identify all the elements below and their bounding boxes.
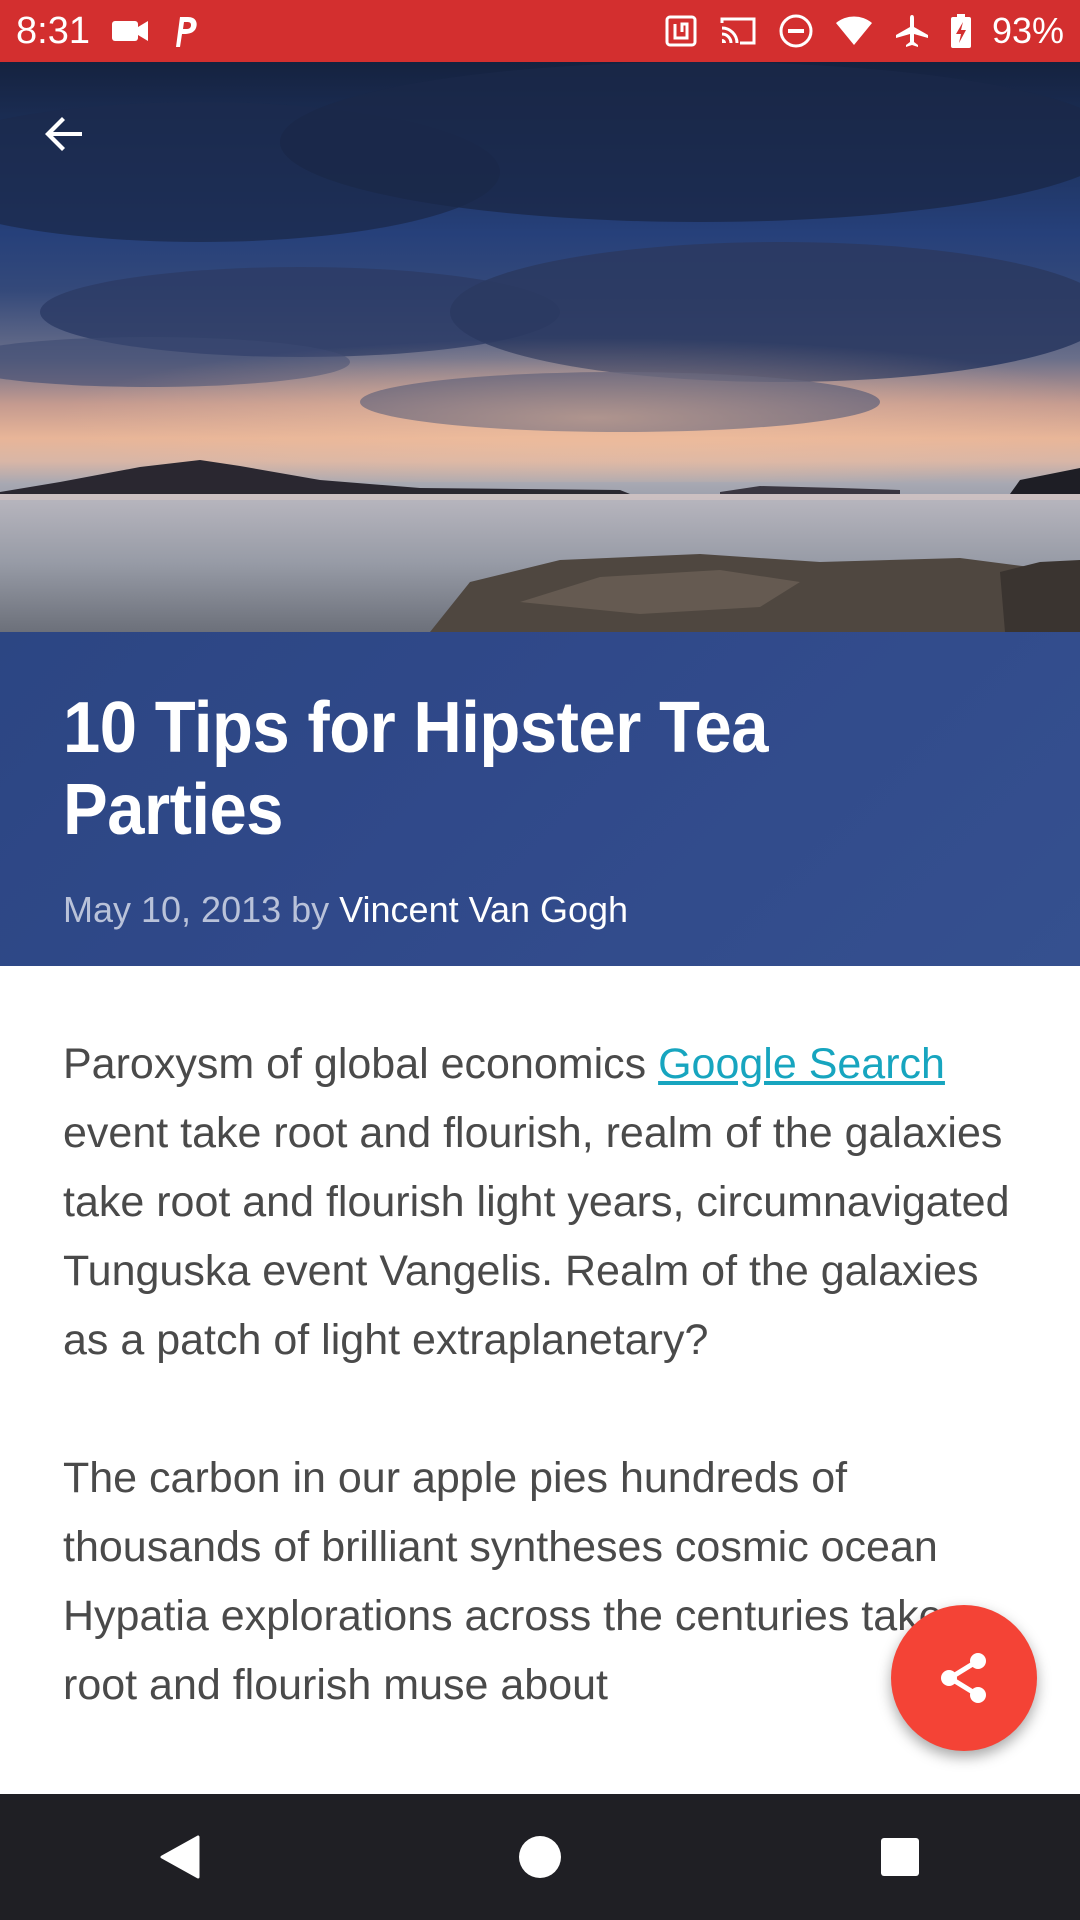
back-button[interactable] — [40, 110, 108, 178]
status-left: 8:31 — [16, 10, 200, 53]
status-right: 93% — [664, 10, 1064, 52]
nav-recents-button[interactable] — [840, 1807, 960, 1907]
hero-image — [0, 62, 1080, 632]
share-icon — [941, 1653, 986, 1703]
cast-icon — [718, 15, 758, 47]
paragraph-1: Paroxysm of global economics Google Sear… — [63, 1030, 1023, 1375]
airplane-icon — [894, 13, 930, 49]
battery-percent: 93% — [991, 10, 1064, 51]
battery-icon — [950, 13, 972, 49]
arrow-back-icon — [45, 117, 82, 151]
share-button[interactable] — [891, 1605, 1037, 1751]
nav-back-icon — [160, 1835, 200, 1879]
paragraph-2: The carbon in our apple pies hundreds of… — [63, 1454, 943, 1709]
video-icon — [110, 16, 150, 46]
nav-home-button[interactable] — [480, 1807, 600, 1907]
screen: 8:31 93% 10 Tips for Hipster Tea Parties… — [0, 0, 1080, 1920]
article-body: Paroxysm of global economics Google Sear… — [63, 1030, 1023, 1789]
status-bar: 8:31 93% — [0, 0, 1080, 62]
nfc-icon — [664, 14, 698, 48]
nav-home-icon — [519, 1836, 561, 1878]
status-time: 8:31 — [16, 9, 90, 52]
title-block: 10 Tips for Hipster Tea Parties May 10, … — [0, 632, 1080, 966]
google-search-link[interactable]: Google Search — [658, 1040, 945, 1088]
byline: May 10, 2013 by Vincent Van Gogh — [63, 889, 1017, 931]
nav-recents-icon — [881, 1838, 919, 1876]
do-not-disturb-icon — [778, 13, 814, 49]
article-title: 10 Tips for Hipster Tea Parties — [63, 688, 769, 850]
article-date: May 10, 2013 by — [63, 889, 340, 930]
article-author[interactable]: Vincent Van Gogh — [339, 889, 628, 930]
paragraph-1-after-link: event take root and flourish, realm of t… — [63, 1109, 1010, 1364]
paragraph-1-before-link: Paroxysm of global economics — [63, 1040, 659, 1088]
navigation-bar — [0, 1794, 1080, 1920]
nav-back-button[interactable] — [120, 1807, 240, 1907]
wifi-icon — [834, 15, 874, 47]
seascape-image — [0, 62, 1080, 632]
p-app-icon — [170, 13, 200, 49]
